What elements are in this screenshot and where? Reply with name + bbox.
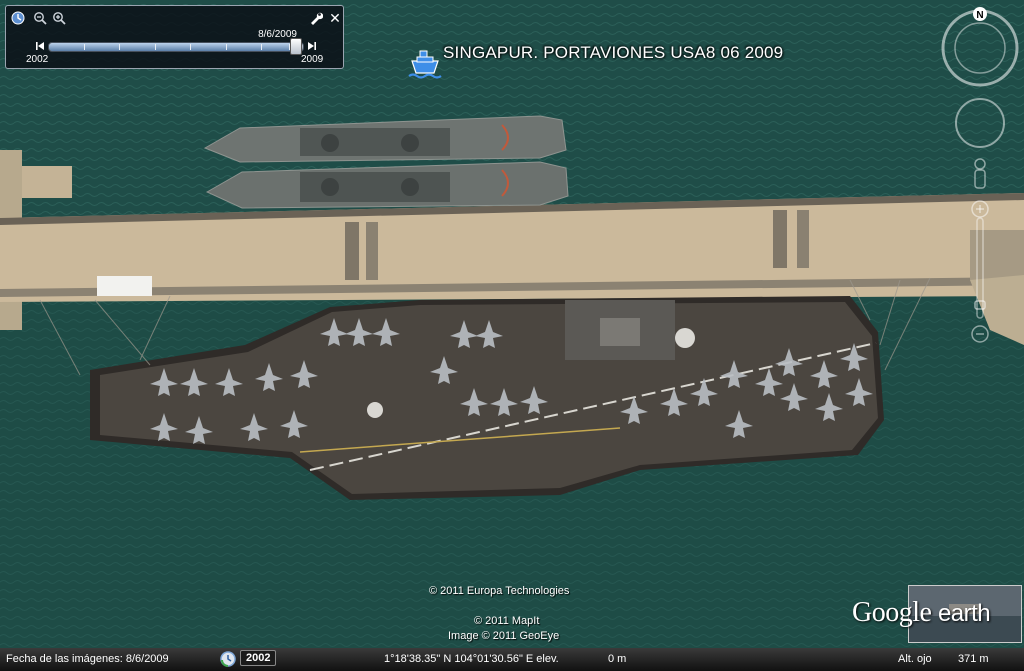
history-year-button[interactable]: 2002 bbox=[240, 650, 277, 666]
time-track-fill bbox=[49, 43, 296, 51]
skip-back-icon[interactable] bbox=[35, 41, 45, 51]
time-tick bbox=[84, 44, 85, 50]
time-track[interactable] bbox=[48, 42, 304, 52]
time-slider-thumb[interactable] bbox=[290, 38, 303, 55]
time-tick bbox=[119, 44, 120, 50]
credit-mapit: © 2011 MapIt bbox=[474, 615, 540, 627]
look-ring[interactable] bbox=[941, 9, 1019, 87]
street-view-pegman-icon[interactable] bbox=[974, 158, 986, 189]
north-label: N bbox=[976, 10, 983, 21]
eye-altitude-label: Alt. ojo bbox=[898, 653, 932, 665]
time-tick bbox=[190, 44, 191, 50]
google-earth-logo: Google earth bbox=[852, 597, 991, 629]
time-tick bbox=[226, 44, 227, 50]
zoom-out-icon[interactable] bbox=[33, 11, 47, 25]
credit-geoeye: Image © 2011 GeoEye bbox=[448, 630, 560, 642]
elevation-readout: 0 m bbox=[608, 653, 627, 665]
close-icon[interactable]: ✕ bbox=[328, 11, 342, 25]
eye-altitude-value: 371 m bbox=[958, 653, 989, 665]
ship-icon[interactable] bbox=[407, 49, 443, 81]
imagery-date: Fecha de las imágenes: 8/6/2009 bbox=[6, 653, 169, 665]
wrench-icon[interactable] bbox=[309, 11, 324, 25]
logo-word-google: Google bbox=[852, 597, 932, 628]
time-tick bbox=[155, 44, 156, 50]
credit-europa: © 2011 Europa Technologies bbox=[429, 585, 570, 597]
navigation-controls: N bbox=[938, 6, 1024, 356]
coordinates-readout: 1°18'38.35" N 104°01'30.56" E elev. bbox=[384, 653, 559, 665]
placemark-label[interactable]: SINGAPUR. PORTAVIONES USA8 06 2009 bbox=[443, 43, 783, 63]
historical-imagery-clock-icon[interactable] bbox=[220, 651, 236, 667]
time-slider-panel: ✕ 8/6/2009 2002 2009 bbox=[5, 5, 344, 69]
time-tick bbox=[261, 44, 262, 50]
clock-icon[interactable] bbox=[11, 11, 25, 25]
satellite-imagery bbox=[0, 0, 1024, 671]
start-year-label: 2002 bbox=[26, 54, 49, 65]
zoom-slider[interactable] bbox=[971, 200, 989, 343]
status-bar: Fecha de las imágenes: 8/6/2009 2002 1°1… bbox=[0, 648, 1024, 671]
skip-forward-icon[interactable] bbox=[307, 41, 317, 51]
end-year-label: 2009 bbox=[301, 54, 324, 65]
aerial-map[interactable] bbox=[0, 0, 1024, 671]
compass-north[interactable]: N bbox=[973, 7, 987, 21]
logo-word-earth: earth bbox=[937, 600, 991, 627]
move-ring[interactable] bbox=[955, 98, 1005, 148]
zoom-in-icon[interactable] bbox=[52, 11, 66, 25]
